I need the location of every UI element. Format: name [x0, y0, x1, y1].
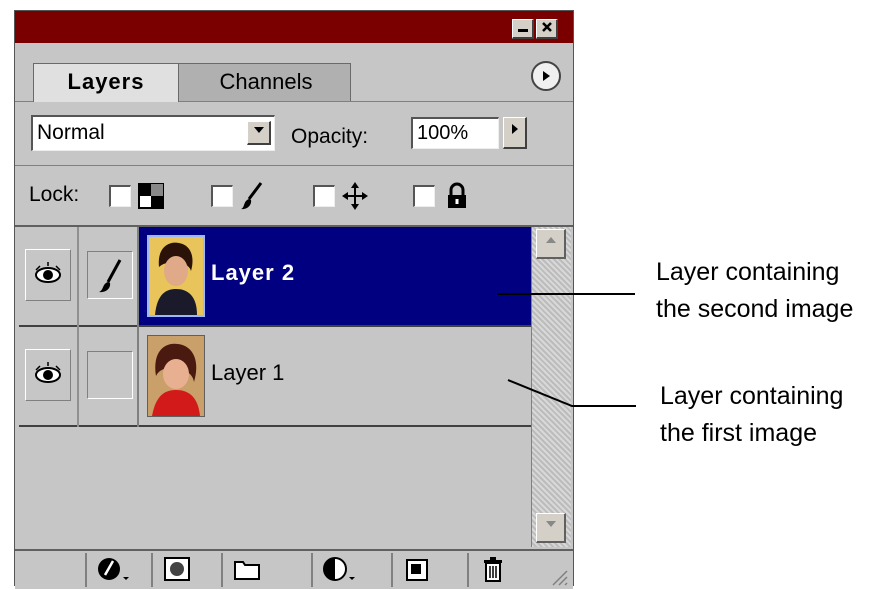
- lock-image-checkbox[interactable]: [211, 185, 233, 207]
- layer-selected-highlight[interactable]: Layer 2: [139, 227, 531, 325]
- blend-opacity-row: Normal Opacity: 100%: [15, 103, 573, 166]
- lock-transparency-icon: [138, 183, 164, 209]
- link-brush-toggle[interactable]: [87, 351, 133, 399]
- padlock-icon: [448, 182, 466, 208]
- palette-footer: [15, 549, 573, 589]
- opacity-value: 100%: [417, 122, 469, 144]
- new-layer-button[interactable]: [391, 553, 441, 587]
- annotation-pointer-line: [497, 293, 635, 295]
- new-set-button[interactable]: [221, 553, 271, 587]
- layers-list: Layer 2 Layer 1: [19, 227, 531, 547]
- tab-layers-label: Layers: [67, 69, 145, 94]
- layers-palette: Channels Layers Normal Opacity: 100% Loc…: [14, 10, 574, 589]
- close-icon[interactable]: [536, 19, 558, 39]
- layer-name: Layer 2: [211, 260, 296, 285]
- adjustment-layer-icon: [323, 557, 355, 581]
- eye-icon: [35, 362, 61, 383]
- layer-main[interactable]: Layer 1: [139, 327, 531, 425]
- column-divider: [77, 327, 79, 427]
- chevron-up-icon: [545, 237, 556, 243]
- visibility-toggle[interactable]: [25, 249, 71, 301]
- visibility-toggle[interactable]: [25, 349, 71, 401]
- annotation-line-2: the first image: [660, 419, 818, 447]
- resize-grip-icon[interactable]: [547, 565, 569, 587]
- layer-style-icon: [98, 558, 129, 580]
- lock-label: Lock:: [29, 183, 80, 206]
- annotation-line-1: Layer containing: [656, 258, 840, 286]
- add-mask-button[interactable]: [151, 553, 201, 587]
- layer-row-layer-2[interactable]: Layer 2: [19, 227, 531, 327]
- lock-transparency-checkbox[interactable]: [109, 185, 131, 207]
- add-mask-icon: [164, 557, 190, 581]
- brush-icon: [99, 259, 122, 293]
- chevron-down-icon: [545, 521, 556, 527]
- layer-thumbnail: [147, 335, 205, 417]
- layer-name: Layer 1: [211, 360, 285, 385]
- link-brush-toggle[interactable]: [87, 251, 133, 299]
- column-divider: [77, 227, 79, 327]
- adjustment-layer-button[interactable]: [311, 553, 361, 587]
- annotation-text: Layer containing the second image: [656, 254, 853, 328]
- tab-layers[interactable]: Layers: [33, 63, 179, 102]
- scroll-down-button[interactable]: [536, 513, 566, 543]
- palette-menu-button[interactable]: [531, 61, 561, 91]
- opacity-label: Opacity:: [291, 125, 369, 148]
- delete-layer-button[interactable]: [467, 553, 517, 587]
- opacity-slider-button[interactable]: [503, 117, 527, 149]
- annotation-text: Layer containing the first image: [660, 378, 843, 452]
- minimize-icon[interactable]: [512, 19, 534, 39]
- lock-all-checkbox[interactable]: [413, 185, 435, 207]
- chevron-down-icon[interactable]: [247, 121, 271, 145]
- lock-position-checkbox[interactable]: [313, 185, 335, 207]
- brush-icon: [241, 182, 263, 210]
- layer-style-button[interactable]: [85, 553, 135, 587]
- trash-icon: [484, 557, 502, 582]
- palette-titlebar[interactable]: [15, 11, 573, 43]
- tab-channels-label: Channels: [219, 69, 313, 94]
- annotation-line-1: Layer containing: [660, 382, 844, 410]
- annotation-pointer-line: [507, 379, 636, 407]
- folder-icon: [234, 561, 260, 580]
- eye-icon: [35, 262, 61, 283]
- move-arrows-icon: [342, 182, 368, 210]
- tab-strip: Channels Layers: [15, 43, 573, 102]
- new-layer-icon: [406, 559, 428, 581]
- annotation-line-2: the second image: [656, 295, 854, 323]
- layer-thumbnail: [147, 235, 205, 317]
- lock-row: Lock:: [15, 167, 573, 227]
- tab-channels[interactable]: Channels: [171, 63, 351, 101]
- blend-mode-select[interactable]: Normal: [31, 115, 275, 151]
- layer-row-layer-1[interactable]: Layer 1: [19, 327, 531, 427]
- scroll-up-button[interactable]: [536, 229, 566, 259]
- opacity-field[interactable]: 100%: [411, 117, 499, 149]
- blend-mode-value: Normal: [37, 121, 105, 144]
